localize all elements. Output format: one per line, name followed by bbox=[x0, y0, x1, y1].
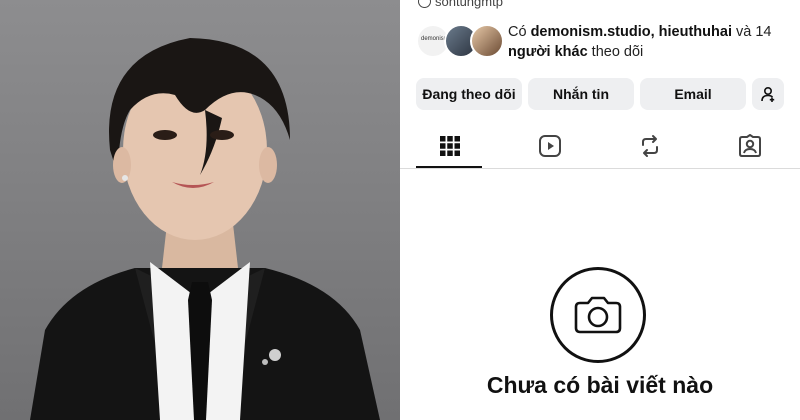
followed-and: và 14 bbox=[731, 24, 772, 40]
following-button[interactable]: Đang theo dõi bbox=[416, 78, 522, 110]
tab-reposts[interactable] bbox=[600, 124, 700, 168]
divider bbox=[400, 168, 800, 169]
profile-panel: sontungmtp demonism Có demonism.studio, … bbox=[400, 0, 800, 420]
tab-reels[interactable] bbox=[500, 124, 600, 168]
message-button[interactable]: Nhắn tin bbox=[528, 78, 634, 110]
email-button[interactable]: Email bbox=[640, 78, 746, 110]
follower-names[interactable]: demonism.studio, hieuthuhai bbox=[531, 24, 732, 40]
threads-icon bbox=[418, 0, 431, 8]
portrait-illustration bbox=[30, 38, 380, 420]
tab-posts[interactable] bbox=[400, 124, 500, 168]
tagged-icon bbox=[739, 134, 761, 157]
repost-icon bbox=[642, 135, 658, 157]
camera-icon bbox=[574, 296, 622, 334]
suggest-users-button[interactable] bbox=[752, 78, 784, 110]
profile-photo bbox=[0, 0, 400, 420]
avatar bbox=[470, 24, 504, 58]
grid-icon bbox=[440, 136, 460, 156]
mutual-followers[interactable]: demonism Có demonism.studio, hieuthuhai … bbox=[416, 22, 786, 62]
empty-state-title: Chưa có bài viết nào bbox=[486, 372, 714, 398]
followed-prefix: Có bbox=[508, 24, 531, 40]
handle-text: sontungmtp bbox=[435, 0, 503, 9]
profile-handle[interactable]: sontungmtp bbox=[418, 0, 503, 9]
tab-tagged[interactable] bbox=[700, 124, 800, 168]
other-followers[interactable]: người khác bbox=[508, 44, 588, 60]
followed-suffix: theo dõi bbox=[587, 44, 644, 60]
profile-tabs bbox=[400, 124, 800, 168]
add-user-icon bbox=[761, 86, 775, 102]
followed-by-text: Có demonism.studio, hieuthuhai và 14 ngườ… bbox=[508, 22, 788, 62]
reels-icon bbox=[539, 135, 561, 157]
empty-state-icon bbox=[550, 267, 646, 363]
profile-actions: Đang theo dõi Nhắn tin Email bbox=[416, 78, 786, 110]
